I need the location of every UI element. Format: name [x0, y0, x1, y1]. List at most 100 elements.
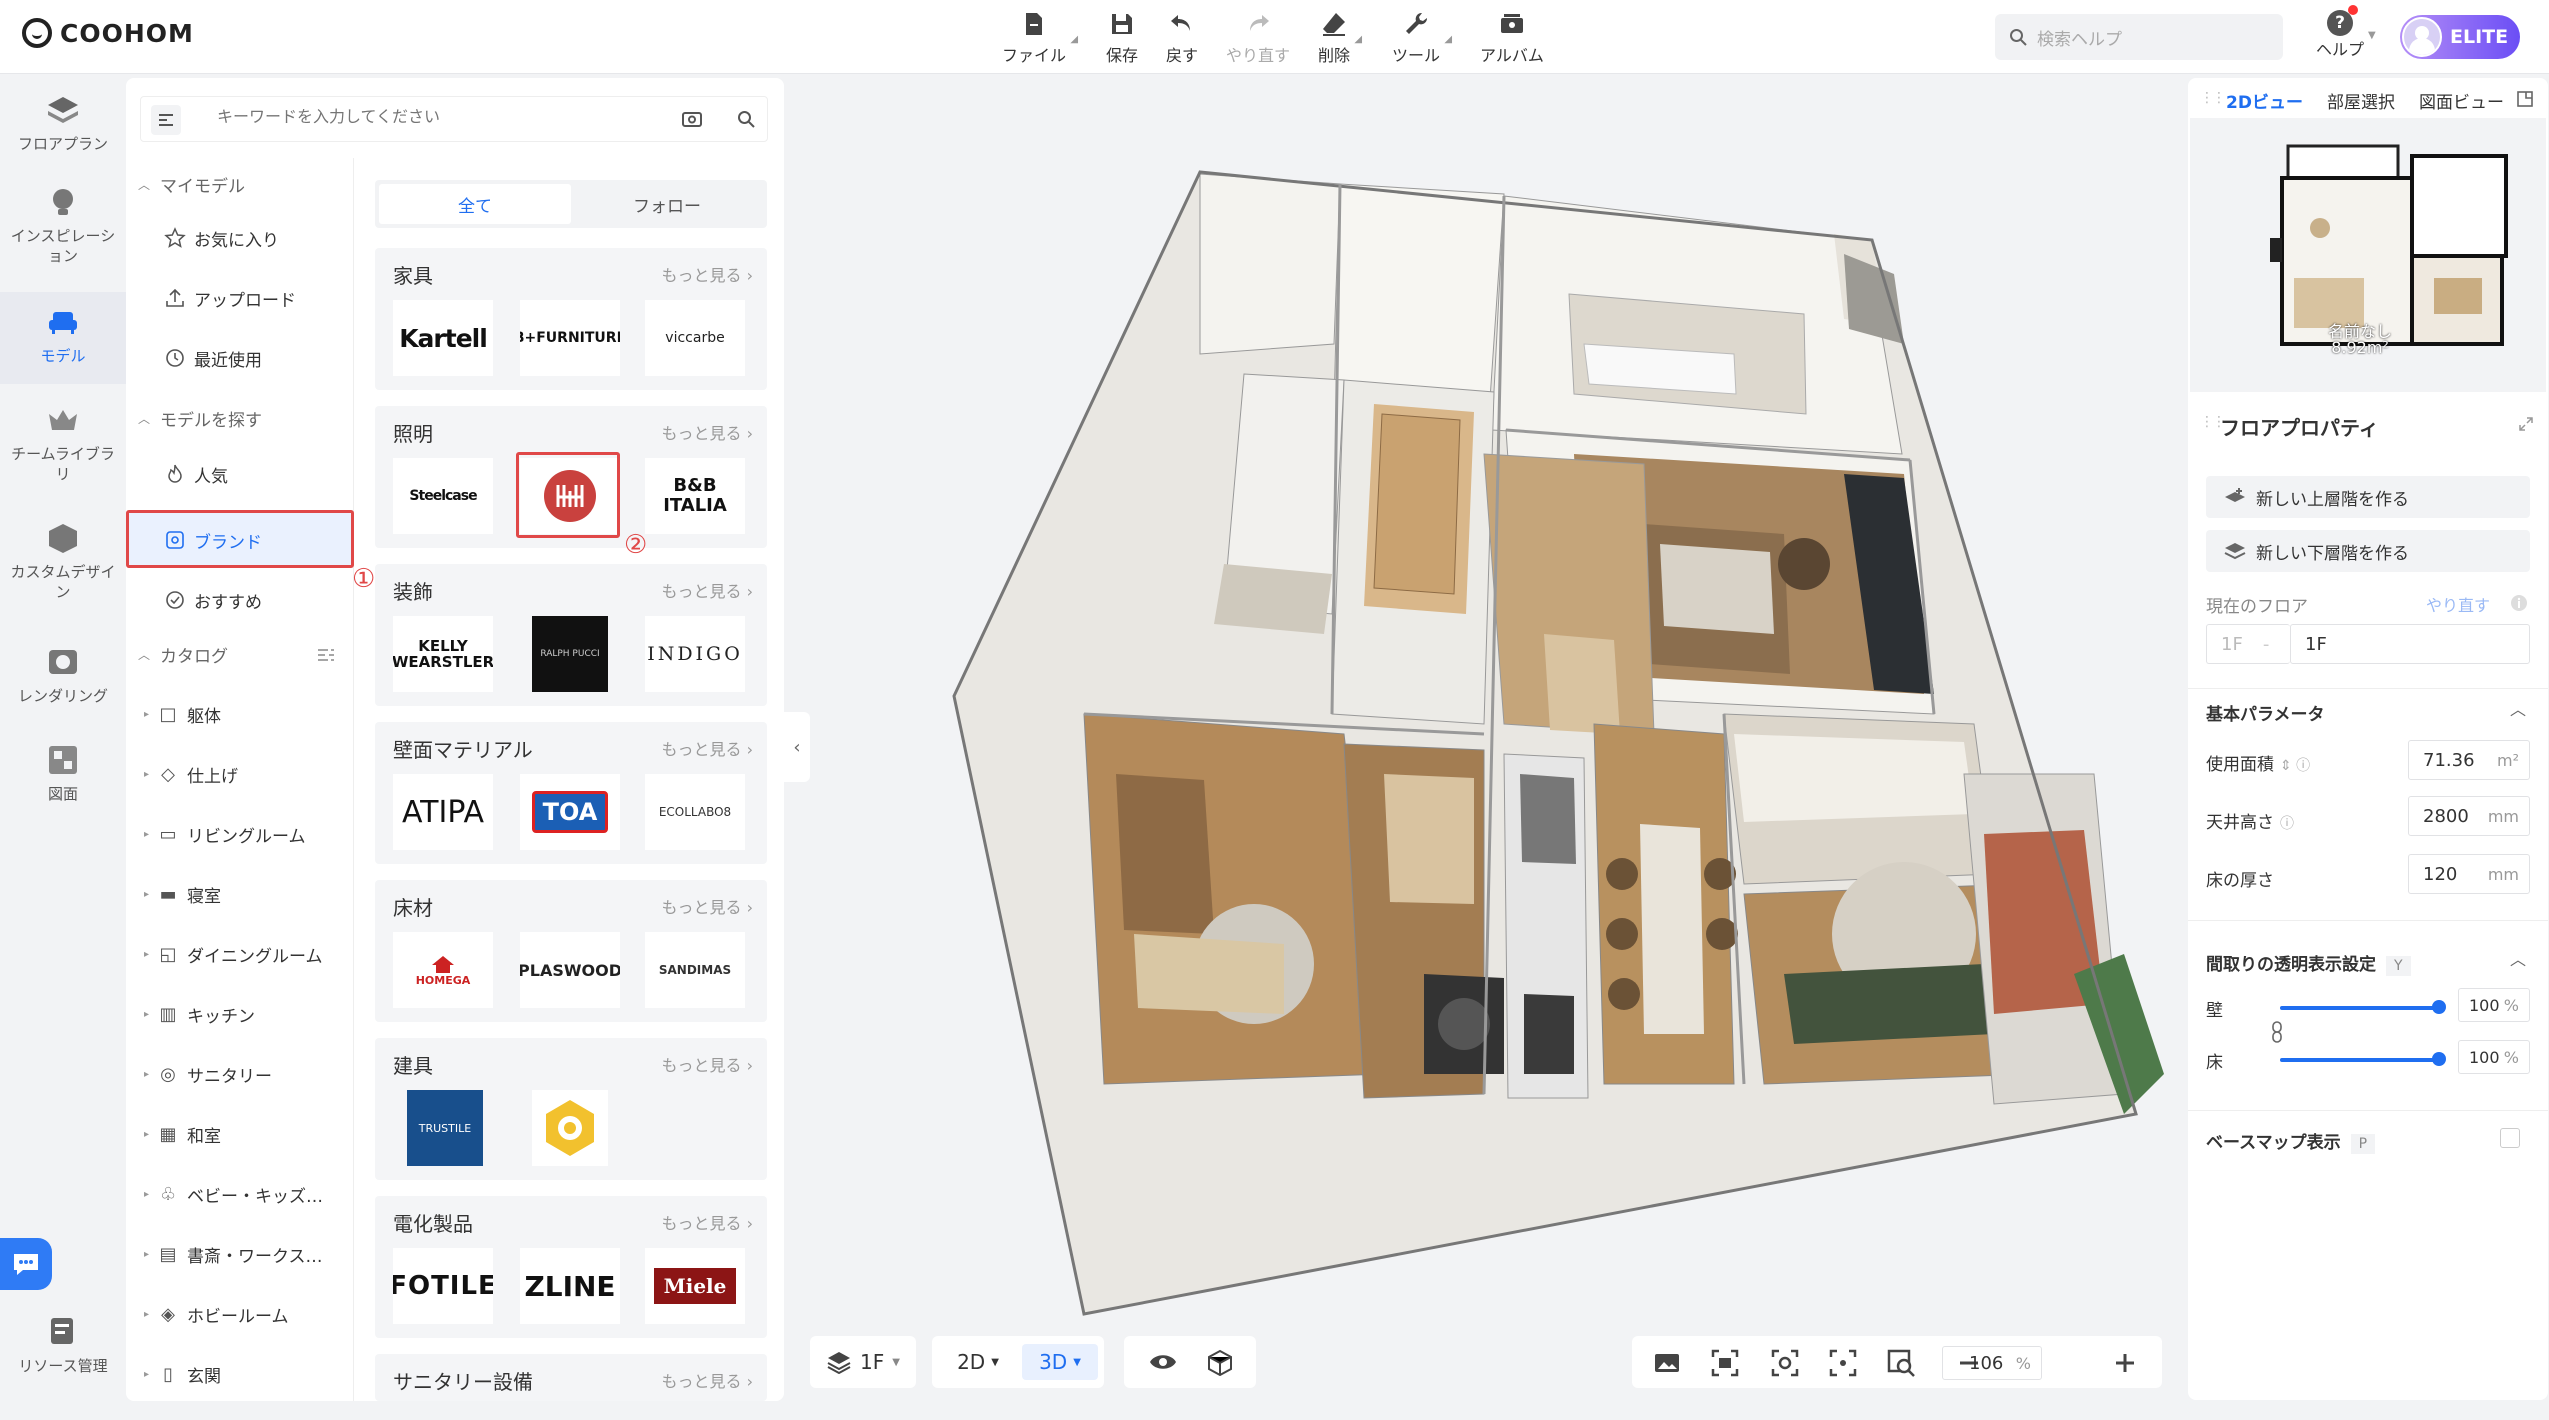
tab-all[interactable]: 全て — [379, 184, 571, 224]
brand-logo-homega[interactable]: HOMEGA — [393, 932, 493, 1008]
zoom-level-input[interactable]: 106 % — [1942, 1346, 2042, 1380]
image-icon[interactable] — [1652, 1348, 1682, 1378]
catalog-item[interactable]: ▸ □ 躯体 — [126, 688, 354, 740]
new-lower-floor-button[interactable]: 新しい下層階を作る — [2206, 530, 2530, 572]
ceiling-height-input[interactable]: 2800 mm — [2408, 796, 2530, 836]
file-menu[interactable]: ファイル ◢ — [1002, 10, 1078, 66]
nav-resources[interactable]: リソース管理 — [0, 1314, 126, 1376]
brand-logo-ecollabo8[interactable]: ECOLLABO8 — [645, 774, 745, 850]
brand-logo-zline[interactable]: ZLINE — [520, 1248, 620, 1324]
more-link[interactable]: もっと見る › — [662, 894, 754, 918]
brand-logo-atipa[interactable]: ATIPA — [393, 774, 493, 850]
catalog-item[interactable]: ▸ ▯ 玄関 — [126, 1348, 354, 1400]
floor-selector[interactable]: 1F ▼ — [810, 1336, 916, 1388]
catalog-item[interactable]: ▸ ▥ キッチン — [126, 988, 354, 1040]
collapse-panel-button[interactable]: ‹ — [784, 712, 810, 782]
tab-2d-view[interactable]: 2Dビュー — [2226, 88, 2303, 113]
filter-icon[interactable] — [316, 646, 336, 664]
expand-icon[interactable] — [2518, 416, 2534, 432]
album-button[interactable]: アルバム — [1480, 10, 1544, 66]
brand-logo-miele[interactable]: Miele — [645, 1248, 745, 1324]
tab-plan-view[interactable]: 図面ビュー — [2419, 88, 2504, 113]
more-link[interactable]: もっと見る › — [662, 736, 754, 760]
coohom-logo[interactable]: COOHOM — [22, 18, 194, 48]
chevron-up-icon[interactable]: ︿ — [2510, 946, 2526, 970]
chat-button[interactable] — [0, 1238, 52, 1290]
floor-opacity-input[interactable]: 100% — [2458, 1040, 2530, 1074]
nav-rendering[interactable]: レンダリング — [0, 644, 126, 706]
brand-logo-trustile[interactable]: TRUSTILE — [407, 1090, 483, 1166]
wall-opacity-input[interactable]: 100% — [2458, 988, 2530, 1022]
link-icon[interactable] — [2270, 1020, 2284, 1044]
floor-name-input[interactable]: 1F — [2290, 624, 2530, 664]
area-input[interactable]: 71.36 m² — [2408, 740, 2530, 780]
view-2d-button[interactable]: 2D ▼ — [940, 1344, 1016, 1380]
catalog-item[interactable]: ▸ ◱ ダイニングルーム — [126, 928, 354, 980]
search-icon[interactable] — [737, 110, 755, 128]
floor-redo-link[interactable]: やり直す — [2426, 592, 2490, 616]
nav-floorplan[interactable]: フロアプラン — [0, 92, 126, 154]
brand-logo-sandimas[interactable]: SANDIMAS — [645, 932, 745, 1008]
screenshot-icon[interactable] — [1710, 1348, 1740, 1378]
catalog-item[interactable]: ▸ ♧ ベビー・キッズ… — [126, 1168, 354, 1220]
cube-icon[interactable] — [1206, 1348, 1234, 1376]
popout-icon[interactable] — [2516, 90, 2534, 108]
brand-logo-kartell[interactable]: Kartell — [393, 300, 493, 376]
category-recent[interactable]: 最近使用 — [126, 332, 354, 384]
brand-logo-viccarbe[interactable]: viccarbe — [645, 300, 745, 376]
redo-button[interactable]: やり直す — [1226, 10, 1290, 66]
catalog-item[interactable]: ▸ ◈ ホビールーム — [126, 1288, 354, 1340]
brand-logo-fittings-2[interactable] — [532, 1090, 608, 1166]
collapse-menu-icon[interactable] — [151, 105, 181, 135]
user-account-button[interactable]: ELITE — [2400, 15, 2520, 59]
brand-logo-plaswood[interactable]: PLASWOOD — [520, 932, 620, 1008]
brand-logo-b-furniture[interactable]: B+FURNITURE — [520, 300, 620, 376]
catalog-item[interactable]: ▸ ◇ 仕上げ — [126, 748, 354, 800]
more-link[interactable]: もっと見る › — [662, 420, 754, 444]
brand-logo-ralph-pucci[interactable]: RALPH PUCCI — [532, 616, 608, 692]
nav-inspiration[interactable]: インスピレーション — [0, 184, 126, 266]
keyword-search[interactable] — [140, 96, 768, 142]
more-link[interactable]: もっと見る › — [662, 1368, 754, 1392]
nav-team-library[interactable]: チームライブラリ — [0, 402, 126, 484]
catalog-item[interactable]: ▸ ▤ 書斎・ワークス… — [126, 1228, 354, 1280]
new-upper-floor-button[interactable]: 新しい上層階を作る — [2206, 476, 2530, 518]
fit-view-icon[interactable] — [1828, 1348, 1858, 1378]
zoom-area-icon[interactable] — [1886, 1348, 1916, 1378]
nav-model[interactable]: モデル — [0, 292, 126, 384]
nav-drawing[interactable]: 図面 — [0, 742, 126, 804]
more-link[interactable]: もっと見る › — [662, 262, 754, 286]
brand-logo-fotile[interactable]: FOTILE — [393, 1248, 493, 1324]
category-upload[interactable]: アップロード — [126, 272, 354, 324]
camera-search-icon[interactable] — [681, 109, 703, 129]
brand-logo-toa[interactable]: TOA — [520, 774, 620, 850]
catalog-item[interactable]: ▸ ▦ 和室 — [126, 1108, 354, 1160]
category-recommended[interactable]: おすすめ — [126, 574, 354, 626]
section-my-models[interactable]: ︿ マイモデル — [126, 158, 354, 210]
undo-button[interactable]: 戻す — [1166, 10, 1198, 66]
brand-logo-kelly-wearstler[interactable]: KELLY WEARSTLER — [393, 616, 493, 692]
category-favorites[interactable]: お気に入り — [126, 212, 354, 264]
minimap[interactable]: 名前なし 8.92m² — [2190, 118, 2546, 392]
help-button[interactable]: ? ヘルプ — [2316, 5, 2364, 60]
more-link[interactable]: もっと見る › — [662, 1210, 754, 1234]
section-catalog[interactable]: ︿ カタログ — [126, 628, 354, 680]
3d-canvas[interactable] — [784, 74, 2182, 1415]
category-popular[interactable]: 人気 — [126, 448, 354, 500]
eye-icon[interactable] — [1148, 1349, 1178, 1375]
view-3d-button[interactable]: 3D ▼ — [1022, 1344, 1098, 1380]
floor-opacity-slider[interactable] — [2280, 1052, 2446, 1066]
catalog-item[interactable]: ▸ ▭ リビングルーム — [126, 808, 354, 860]
delete-menu[interactable]: 削除 ◢ — [1318, 10, 1362, 66]
tab-follow[interactable]: フォロー — [571, 184, 763, 224]
more-link[interactable]: もっと見る › — [662, 1052, 754, 1076]
catalog-item[interactable]: ▸ ◎ サニタリー — [126, 1048, 354, 1100]
brand-logo-indigo[interactable]: INDIGO — [645, 616, 745, 692]
tab-room-select[interactable]: 部屋選択 — [2327, 88, 2395, 113]
save-button[interactable]: 保存 — [1106, 10, 1138, 66]
tools-menu[interactable]: ツール ◢ — [1392, 10, 1452, 66]
catalog-item[interactable]: ▸ ▬ 寝室 — [126, 868, 354, 920]
chevron-up-icon[interactable]: ︿ — [2510, 696, 2526, 720]
help-search-input[interactable]: 検索ヘルプ — [1995, 14, 2283, 60]
section-find-models[interactable]: ︿ モデルを探す — [126, 392, 354, 444]
